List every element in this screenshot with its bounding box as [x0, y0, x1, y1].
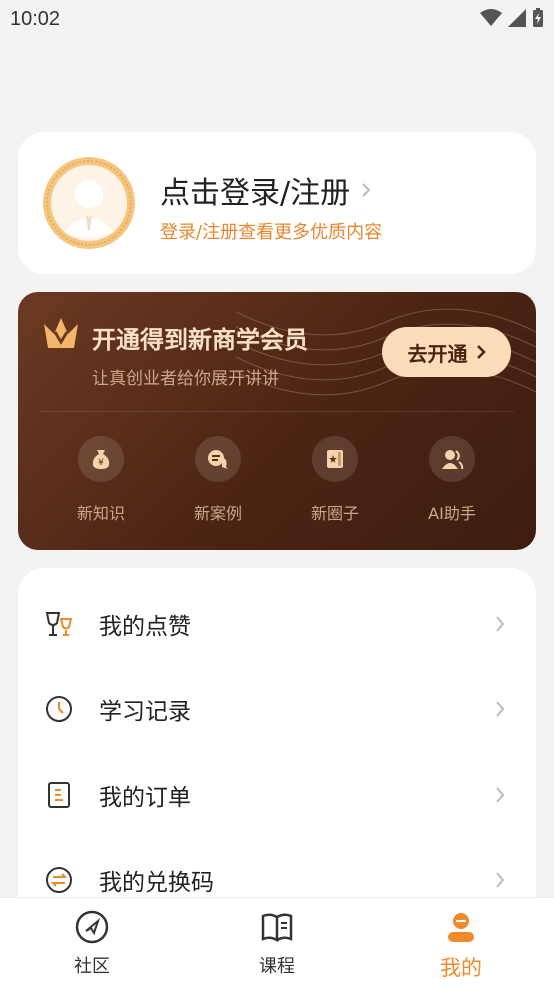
status-bar: 10:02 [0, 0, 554, 40]
assistant-icon [442, 450, 464, 470]
menu-card: 我的点赞 学习记录 我的订单 我的兑换码 [18, 568, 536, 908]
money-bag-icon: ¥ [92, 450, 110, 469]
status-icons [480, 8, 544, 28]
login-title-text: 点击登录/注册 [160, 176, 351, 211]
vip-divider [40, 411, 514, 412]
vip-feature-label: 新案例 [193, 504, 242, 523]
vip-feature-label: AI助手 [428, 504, 476, 523]
signal-icon [508, 9, 526, 27]
menu-item-history[interactable]: 学习记录 [18, 679, 536, 739]
menu-item-label: 我的兑换码 [99, 870, 214, 896]
tab-courses[interactable]: 课程 [237, 910, 317, 978]
status-time: 10:02 [10, 8, 61, 30]
chevron-right-icon [496, 872, 505, 888]
chat-bubble-icon [208, 450, 228, 469]
vip-feature-cases[interactable]: 新案例 [178, 436, 258, 524]
compass-icon [75, 910, 109, 944]
menu-item-likes[interactable]: 我的点赞 [18, 594, 536, 654]
trophy-like-icon [45, 612, 73, 636]
clock-icon [46, 696, 72, 722]
tab-label: 我的 [440, 956, 482, 980]
login-subtitle: 登录/注册查看更多优质内容 [160, 222, 383, 243]
card-star-icon [327, 450, 343, 468]
book-icon [261, 913, 293, 943]
login-title[interactable]: 点击登录/注册 [160, 168, 372, 212]
vip-feature-circle[interactable]: 新圈子 [295, 436, 375, 524]
avatar[interactable] [42, 156, 136, 250]
chevron-right-icon [476, 345, 486, 359]
bottom-tab-bar: 社区 课程 我的 [0, 897, 554, 984]
wifi-icon [480, 9, 502, 26]
tab-label: 社区 [74, 956, 110, 977]
vip-subtitle: 让真创业者给你展开讲讲 [92, 369, 279, 389]
menu-item-orders[interactable]: 我的订单 [18, 765, 536, 825]
vip-feature-ai-assistant[interactable]: AI助手 [412, 436, 492, 524]
menu-item-label: 学习记录 [99, 699, 191, 725]
battery-icon [533, 8, 543, 27]
crown-icon [44, 318, 78, 348]
vip-feature-knowledge[interactable]: ¥ 新知识 [61, 436, 141, 524]
profile-card[interactable]: 点击登录/注册 登录/注册查看更多优质内容 [18, 132, 536, 274]
vip-activate-label: 去开通 [407, 341, 468, 366]
vip-title: 开通得到新商学会员 [92, 326, 308, 354]
vip-card[interactable]: 开通得到新商学会员 让真创业者给你展开讲讲 去开通 ¥ 新知识 新案例 新圈子 … [18, 292, 536, 550]
order-icon [48, 782, 70, 808]
chevron-right-icon [496, 787, 505, 803]
tab-community[interactable]: 社区 [52, 910, 132, 978]
menu-item-label: 我的点赞 [99, 614, 191, 640]
tab-label: 课程 [259, 956, 295, 977]
exchange-icon [46, 867, 72, 893]
chevron-right-icon [496, 616, 505, 632]
chevron-right-icon [362, 183, 371, 197]
vip-activate-button[interactable]: 去开通 [382, 327, 511, 377]
vip-feature-label: 新圈子 [310, 504, 359, 523]
svg-text:¥: ¥ [98, 458, 104, 468]
menu-item-label: 我的订单 [99, 785, 191, 811]
chevron-right-icon [496, 701, 505, 717]
vip-feature-label: 新知识 [76, 504, 125, 523]
profile-icon [448, 913, 474, 942]
tab-mine[interactable]: 我的 [421, 910, 501, 982]
